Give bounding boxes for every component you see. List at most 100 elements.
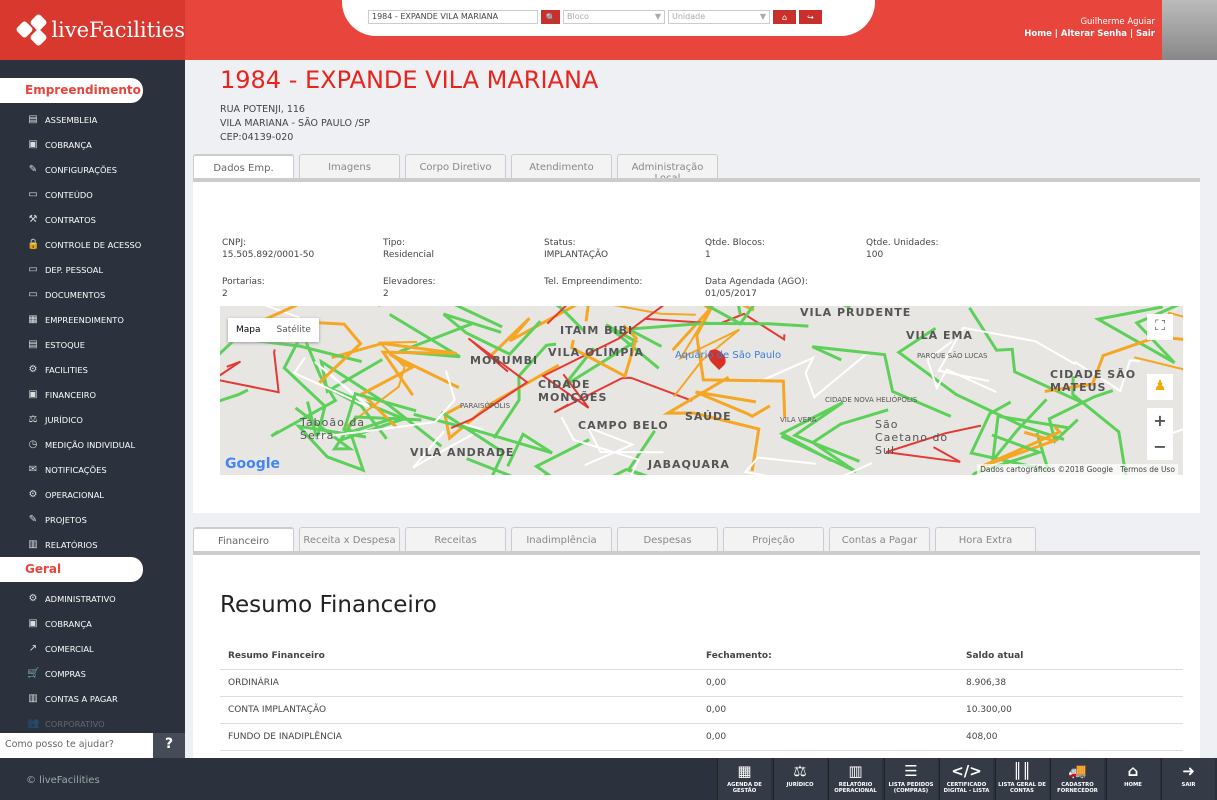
sidebar-item-contas-a-pagar[interactable]: ▥ CONTAS A PAGAR (27, 693, 117, 704)
sidebar-item-operacional[interactable]: ⚙ OPERACIONAL (27, 489, 105, 500)
section-geral[interactable]: Geral (0, 557, 143, 582)
sidebar-item-notificacoes[interactable]: ✉ NOTIFICAÇÕES (27, 464, 107, 475)
share-button[interactable]: ↪ (799, 10, 822, 24)
tab-projecao[interactable]: Projeção (723, 527, 824, 551)
footer-button-juridico[interactable]: ⚖ JURÍDICO (772, 758, 827, 800)
map-roads (220, 306, 1183, 475)
footer-button-sair[interactable]: ➜ SAIR (1161, 758, 1215, 800)
sidebar-item-documentos[interactable]: ▭ DOCUMENTOS (27, 289, 105, 300)
sidebar-item-compras[interactable]: 🛒 COMPRAS (27, 668, 86, 679)
help-icon[interactable]: ? (153, 733, 185, 758)
sidebar-item-financeiro[interactable]: ▣ FINANCEIRO (27, 389, 96, 400)
search-button[interactable]: 🔍 (541, 10, 560, 24)
footer-button-cadastro-fornecedor[interactable]: 🚚 CADASTRO FORNECEDOR (1050, 758, 1104, 800)
map[interactable]: Mapa Satélite ⛶ ♟ + − Google Dados cartog… (220, 306, 1183, 475)
sidebar-item-medicao-individual[interactable]: ◷ MEDIÇÃO INDIVIDUAL (27, 439, 135, 450)
sidebar-item-label: CONTEÚDO (45, 189, 93, 200)
sidebar-item-projetos[interactable]: ✎ PROJETOS (27, 514, 87, 525)
footer-button-relatorio-operacional[interactable]: ▥ RELATÓRIO OPERACIONAL (828, 758, 882, 800)
sidebar-item-estoque[interactable]: ▤ ESTOQUE (27, 339, 85, 350)
unidade-placeholder: Unidade (672, 12, 706, 21)
sidebar-item-administrativo[interactable]: ⚙ ADMINISTRATIVO (27, 593, 116, 604)
bloco-select[interactable]: Bloco ▼ (563, 10, 665, 24)
table-cell: 0,00 (706, 678, 727, 688)
tab-contas-a-pagar[interactable]: Contas a Pagar (829, 527, 930, 551)
sidebar-item-relatorios[interactable]: ▥ RELATÓRIOS (27, 539, 97, 550)
tab-imagens[interactable]: Imagens (299, 154, 400, 178)
satellite-button[interactable]: Satélite (269, 318, 319, 342)
sidebar-item-label: OPERACIONAL (45, 489, 105, 500)
sidebar-item-controle-de-acesso[interactable]: 🔒 CONTROLE DE ACESSO (27, 239, 141, 250)
map-attribution: Dados cartográficos ©2018 Google (980, 465, 1114, 474)
sidebar-item-contratos[interactable]: ⚒ CONTRATOS (27, 214, 96, 225)
tab-corpo-diretivo[interactable]: Corpo Diretivo (405, 154, 506, 178)
home-link[interactable]: Home (1024, 29, 1052, 39)
sidebar-item-juridico[interactable]: ⚖ JURÍDICO (27, 414, 83, 425)
terms-link[interactable]: Termos de Uso (1120, 465, 1175, 474)
relatorio-operacional-icon: ▥ (848, 762, 863, 780)
table-header: Resumo Financeiro Fechamento: Saldo atual (220, 643, 1183, 670)
tab-hora-extra[interactable]: Hora Extra (935, 527, 1036, 551)
sidebar-item-cobranca[interactable]: ▣ COBRANÇA (27, 139, 92, 150)
map-button[interactable]: Mapa (228, 318, 269, 342)
tab-inadimplencia[interactable]: Inadimplência (511, 527, 612, 551)
change-password-link[interactable]: Alterar Senha (1061, 29, 1127, 39)
footer-button-lista-geral-de-contas[interactable]: ║║ LISTA GERAL DE CONTAS (994, 758, 1049, 800)
tab-dados-emp[interactable]: Dados Emp. (193, 154, 294, 178)
certificado-digital-lista-icon: </> (951, 762, 982, 780)
contratos-icon: ⚒ (28, 214, 38, 225)
table-row: ORDINÁRIA 0,00 8.906,38 (220, 670, 1183, 697)
footer-button-label: HOME (1124, 782, 1142, 788)
sidebar-item-comercial[interactable]: ↗ COMERCIAL (27, 643, 94, 654)
sidebar-item-facilities[interactable]: ⚙ FACILITIES (27, 364, 88, 375)
column-header: Resumo Financeiro (228, 651, 325, 661)
info-label: Status: (544, 238, 576, 248)
empreendimento-search-input[interactable]: 1984 - EXPANDE VILA MARIANA (368, 10, 538, 24)
zoom-in-button[interactable]: + (1147, 408, 1173, 434)
sidebar-item-corporativo[interactable]: 👥 CORPORATIVO (27, 718, 105, 729)
footer-button-label: LISTA PEDIDOS (COMPRAS) (888, 782, 934, 794)
tab-despesas[interactable]: Despesas (617, 527, 718, 551)
table-cell: 0,00 (706, 705, 727, 715)
table-cell: FUNDO DE INADIPLÊNCIA (228, 732, 342, 742)
help-box: Como posso te ajudar? ? (0, 733, 185, 758)
fullscreen-icon[interactable]: ⛶ (1147, 314, 1173, 340)
footer-button-home[interactable]: ⌂ HOME (1105, 758, 1160, 800)
sidebar-item-conteudo[interactable]: ▭ CONTEÚDO (27, 189, 93, 200)
table-cell: CONTA IMPLANTAÇÃO (228, 705, 327, 715)
sidebar-item-empreendimento[interactable]: ▦ EMPREENDIMENTO (27, 314, 124, 325)
help-input[interactable]: Como posso te ajudar? (0, 733, 153, 758)
logout-link[interactable]: Sair (1136, 29, 1155, 39)
sidebar-item-assembleia[interactable]: ▤ ASSEMBLEIA (27, 114, 97, 125)
info-value: 100 (866, 250, 884, 260)
tab-financeiro[interactable]: Financeiro (193, 527, 294, 551)
info-status: Status: IMPLANTAÇÃO (544, 237, 608, 261)
unidade-select[interactable]: Unidade ▼ (668, 10, 770, 24)
pegman-icon[interactable]: ♟ (1147, 374, 1173, 400)
footer-button-lista-pedidos-compras[interactable]: ☰ LISTA PEDIDOS (COMPRAS) (883, 758, 938, 800)
search-icon: 🔍 (545, 12, 556, 22)
tab-administracao-local[interactable]: Administração Local (617, 154, 718, 184)
lista-geral-de-contas-icon: ║║ (1012, 762, 1032, 780)
avatar[interactable] (1162, 0, 1217, 60)
footer-button-certificado-digital-lista[interactable]: </> CERTIFICADO DIGITAL - LISTA (939, 758, 993, 800)
juridico-icon: ⚖ (28, 414, 38, 425)
tab-receitas[interactable]: Receitas (405, 527, 506, 551)
tab-atendimento[interactable]: Atendimento (511, 154, 612, 178)
sidebar-item-configuracoes[interactable]: ✎ CONFIGURAÇÕES (27, 164, 117, 175)
map-road (450, 337, 529, 430)
map-road (926, 340, 997, 393)
home-button[interactable]: ⌂ (773, 10, 796, 24)
zoom-out-button[interactable]: − (1147, 434, 1173, 460)
info-tipo: Tipo: Residencial (383, 237, 434, 261)
section-empreendimento[interactable]: Empreendimento (0, 78, 143, 103)
info-value: Residencial (383, 250, 434, 260)
sidebar-item-dep-pessoal[interactable]: ▭ DEP. PESSOAL (27, 264, 103, 275)
sidebar-item-label: DOCUMENTOS (45, 289, 106, 300)
footer-button-agenda-de-gestao[interactable]: ▦ AGENDA DE GESTÃO (717, 758, 771, 800)
tab-receita-x-despesa[interactable]: Receita x Despesa (299, 527, 400, 551)
logo[interactable]: liveFacilities (0, 0, 185, 60)
sidebar-item-label: CORPORATIVO (45, 718, 105, 729)
sidebar-item-cobranca[interactable]: ▣ COBRANÇA (27, 618, 92, 629)
table-row: CONTA IMPLANTAÇÃO 0,00 10.300,00 (220, 697, 1183, 724)
